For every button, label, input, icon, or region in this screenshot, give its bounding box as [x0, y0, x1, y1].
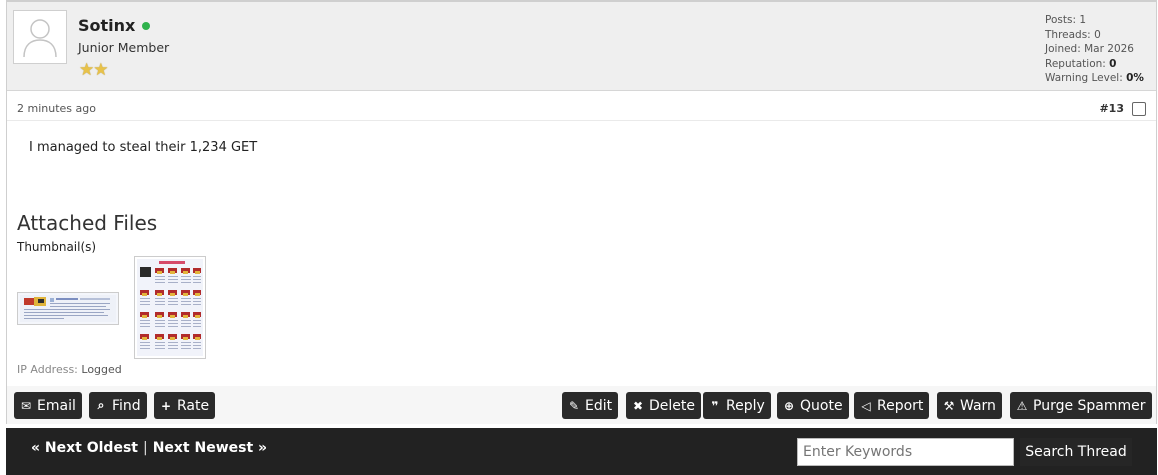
attachment-thumbnail[interactable]: [17, 292, 119, 325]
search-thread-button[interactable]: Search Thread: [1020, 438, 1132, 466]
default-avatar-icon: [23, 19, 57, 58]
thumbnail-image: [137, 259, 203, 356]
warning-value[interactable]: 0%: [1126, 72, 1144, 84]
email-button[interactable]: ✉ Email: [14, 392, 82, 419]
gavel-icon: ⚒: [943, 398, 955, 413]
ip-value: Logged: [81, 363, 122, 376]
user-title: Junior Member: [78, 40, 170, 55]
stat-joined: Joined: Mar 2026: [1045, 43, 1134, 55]
edit-button[interactable]: ✎ Edit: [562, 392, 619, 419]
megaphone-icon: ◁: [861, 398, 871, 413]
ip-address: IP Address: Logged: [17, 363, 122, 376]
purge-spammer-button[interactable]: ⚠ Purge Spammer: [1010, 392, 1152, 419]
warning-icon: ⚠: [1016, 398, 1028, 413]
next-newest-link[interactable]: Next Newest »: [153, 440, 267, 456]
username-text[interactable]: Sotinx: [78, 16, 135, 35]
attachment-thumbnail[interactable]: [134, 256, 206, 359]
nav-separator: |: [142, 440, 148, 456]
next-oldest-link[interactable]: « Next Oldest: [31, 440, 138, 456]
post-container: Sotinx Junior Member ★★ Posts: 1 Threads…: [6, 0, 1157, 424]
quote-marks-icon: ❞: [711, 398, 719, 413]
post-number-link[interactable]: #13: [1099, 102, 1124, 115]
online-status-icon: [142, 21, 151, 30]
stat-threads: Threads: 0: [1045, 28, 1101, 41]
search-keywords-input[interactable]: [797, 438, 1014, 466]
post-meta: 2 minutes ago #13: [7, 99, 1156, 121]
post-message: I managed to steal their 1,234 GET: [29, 140, 258, 155]
rate-button[interactable]: + Rate: [154, 392, 216, 419]
reply-button[interactable]: ❞ Reply: [703, 392, 771, 419]
thumbnail-image: [20, 295, 116, 322]
warn-button[interactable]: ⚒ Warn: [937, 392, 1002, 419]
plus-circle-icon: ⊕: [783, 398, 795, 413]
username[interactable]: Sotinx: [78, 16, 151, 35]
reputation-value[interactable]: 0: [1109, 58, 1116, 70]
thread-footer: « Next Oldest| Next Newest » Search Threa…: [6, 428, 1157, 475]
avatar[interactable]: [13, 10, 67, 64]
thumbnails-label: Thumbnail(s): [17, 240, 97, 254]
thread-navigation: « Next Oldest | Next Newest »: [31, 440, 267, 456]
stat-reputation: Reputation: 0: [1045, 57, 1117, 70]
find-button[interactable]: ⌕ Find: [89, 392, 147, 419]
rank-stars-icon: ★★: [79, 60, 109, 80]
plus-icon: +: [160, 398, 172, 413]
edit-icon: ✎: [568, 398, 580, 413]
author-panel: Sotinx Junior Member ★★ Posts: 1 Threads…: [7, 2, 1156, 91]
post-button-bar: ✉ Email ⌕ Find + Rate ✎ Edit ✖ Delete ❞ …: [7, 386, 1156, 424]
delete-button[interactable]: ✖ Delete: [626, 392, 701, 419]
envelope-icon: ✉: [20, 398, 32, 413]
attachments-heading: Attached Files: [17, 211, 158, 235]
author-stats: Posts: 1 Threads: 0 Joined: Mar 2026 Rep…: [1045, 13, 1144, 86]
quote-button[interactable]: ⊕ Quote: [777, 392, 849, 419]
post-date: 2 minutes ago: [17, 102, 96, 115]
report-button[interactable]: ◁ Report: [854, 392, 930, 419]
close-icon: ✖: [632, 398, 644, 413]
search-icon: ⌕: [97, 398, 105, 412]
stat-posts: Posts: 1: [1045, 14, 1087, 26]
stat-warning-level: Warning Level: 0%: [1045, 72, 1144, 84]
post-select-checkbox[interactable]: [1132, 102, 1146, 116]
